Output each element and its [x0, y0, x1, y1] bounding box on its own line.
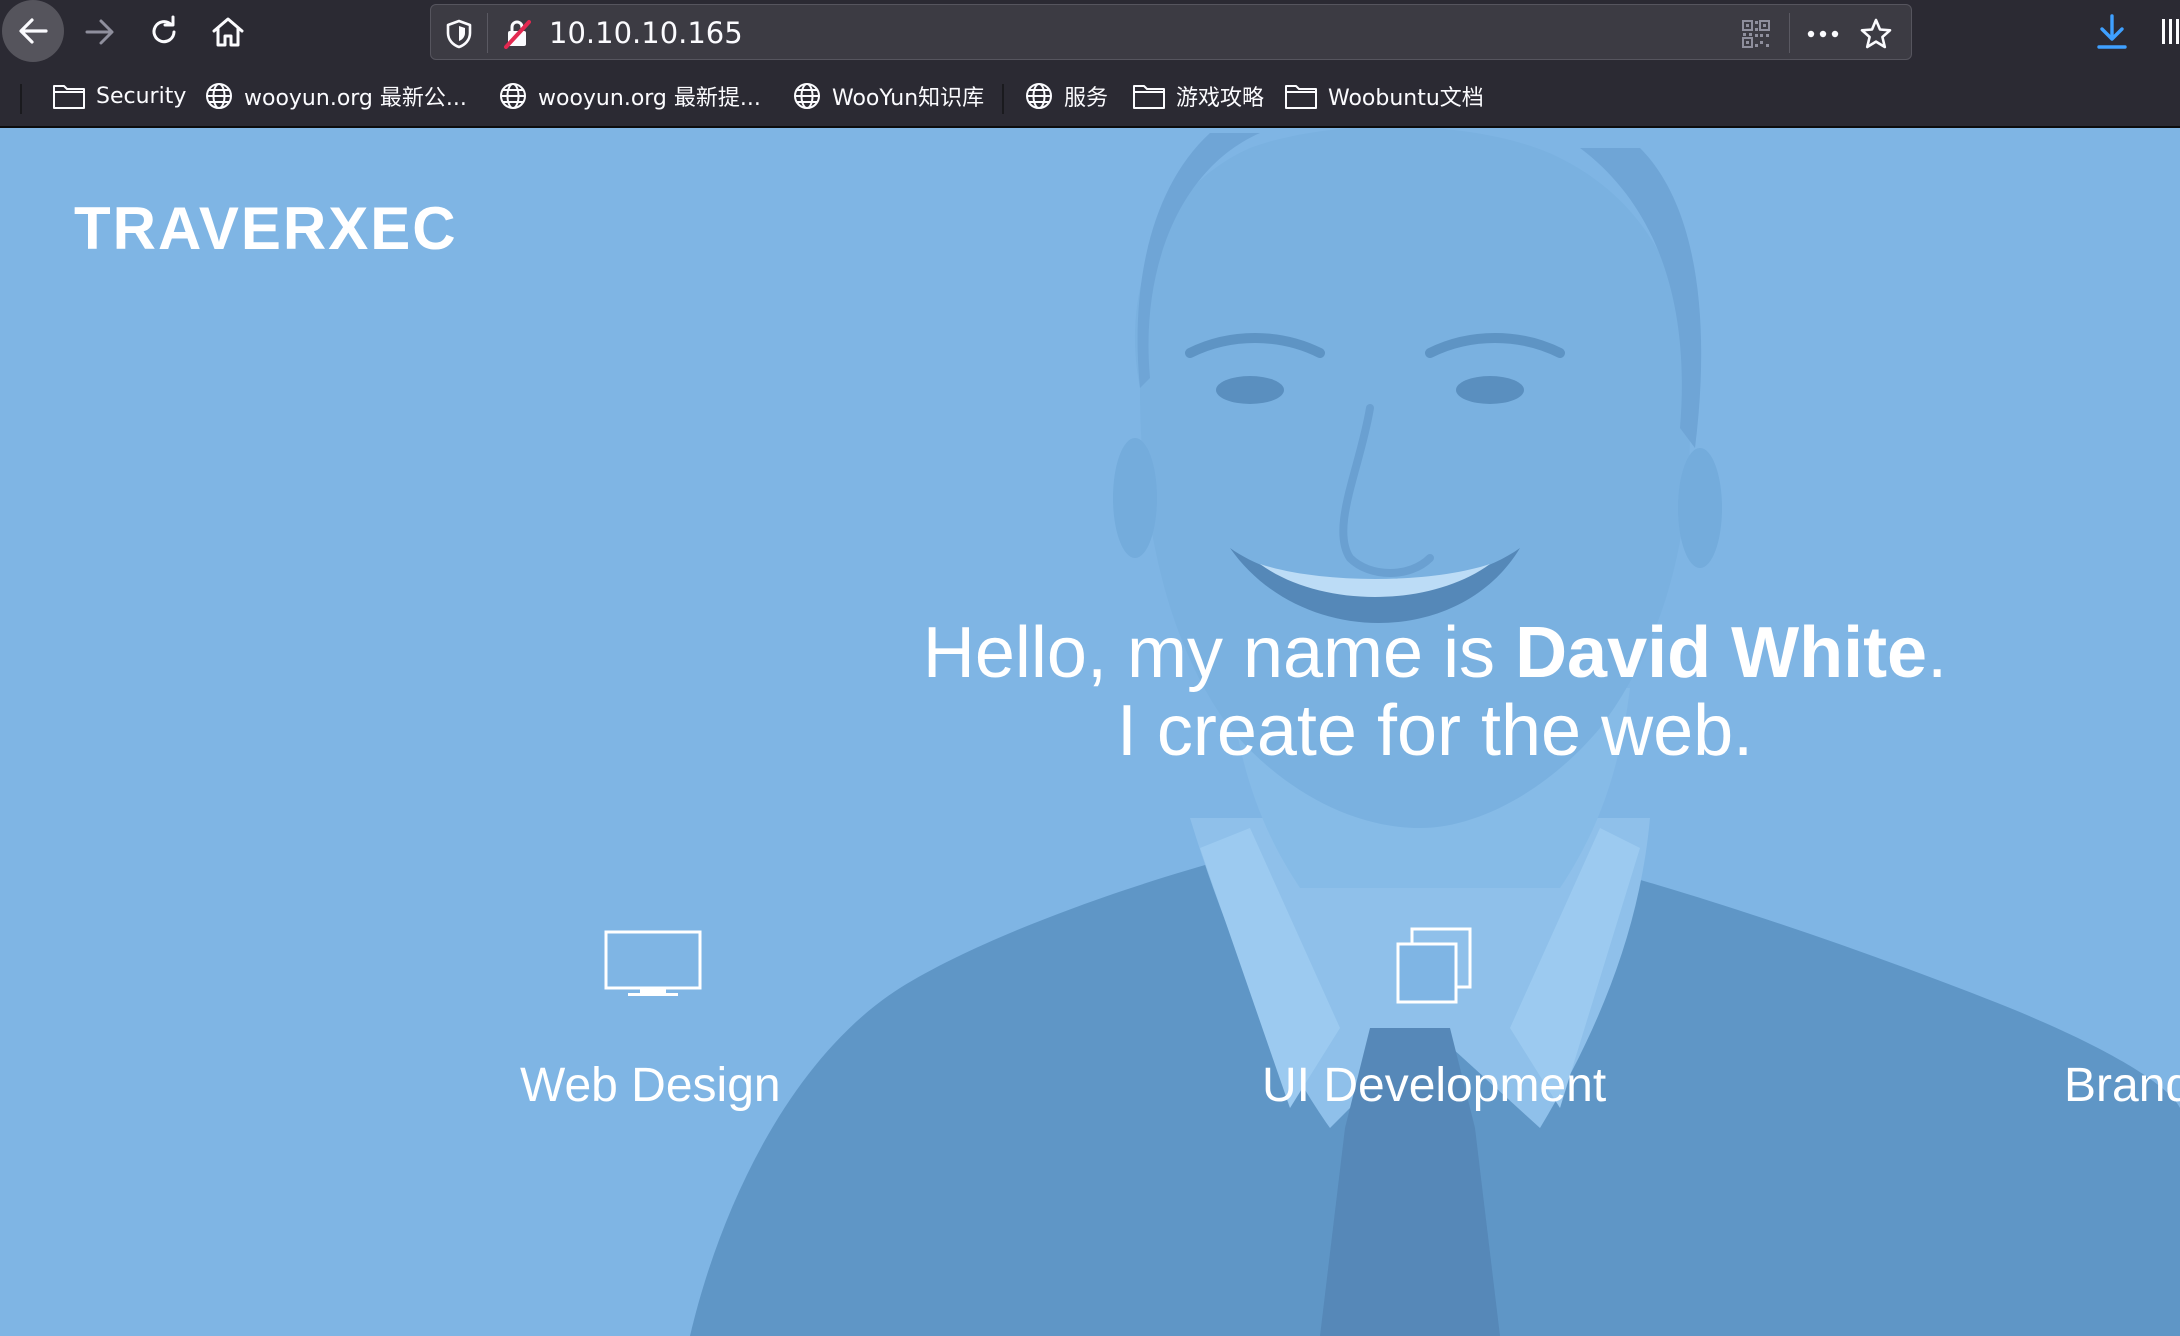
site-logo[interactable]: TRAVERXEC — [74, 194, 458, 263]
monitor-icon — [604, 930, 702, 996]
url-bar-separator — [1789, 13, 1790, 53]
home-button[interactable] — [198, 0, 258, 64]
bookmark-label: Woobuntu文档 — [1328, 86, 1484, 111]
home-icon — [212, 17, 244, 47]
bookmark-label: WooYun知识库 — [832, 86, 985, 111]
back-arrow-icon — [19, 18, 48, 44]
bookmark-security[interactable]: Security — [52, 64, 186, 128]
bookmark-label: wooyun.org 最新公... — [244, 86, 467, 111]
download-icon[interactable] — [2094, 13, 2130, 51]
url-text[interactable]: 10.10.10.165 — [549, 5, 743, 61]
bookmark-services[interactable]: 服务 — [1024, 64, 1108, 128]
service-web-design: Web Design — [520, 1059, 781, 1112]
bookmark-label: 游戏攻略 — [1176, 86, 1265, 111]
library-icon[interactable] — [2160, 14, 2180, 48]
star-icon[interactable] — [1859, 17, 1893, 51]
bookmark-label: Security — [96, 83, 187, 109]
headline-suffix: . — [1927, 613, 1948, 693]
bookmarks-toolbar: Security wooyun.org 最新公... wooyun.org 最新… — [0, 64, 2180, 128]
headline-name: David White — [1515, 613, 1928, 693]
globe-icon — [206, 83, 232, 109]
globe-icon — [794, 83, 820, 109]
insecure-lock-icon[interactable] — [503, 19, 531, 49]
service-ui-development: UI Development — [1262, 1059, 1607, 1112]
service-branding: Branding — [2064, 1059, 2180, 1112]
url-bar-separator — [487, 13, 488, 53]
bookmark-wooyun-public[interactable]: wooyun.org 最新公... — [204, 64, 467, 128]
forward-button[interactable] — [70, 0, 130, 64]
back-button[interactable] — [2, 0, 64, 62]
bookmark-wooyun-kb[interactable]: WooYun知识库 — [792, 64, 984, 128]
web-page: TRAVERXEC Hello, my name is David White.… — [0, 128, 2180, 1336]
qr-code-icon[interactable] — [1741, 19, 1771, 49]
globe-icon — [1026, 83, 1052, 109]
ellipsis-icon[interactable] — [1805, 19, 1841, 49]
folder-icon — [1133, 85, 1165, 109]
headline-line-2: I create for the web. — [1116, 691, 1754, 771]
bookmark-game-guides[interactable]: 游戏攻略 — [1132, 64, 1264, 128]
bookmark-label: wooyun.org 最新提... — [538, 86, 761, 111]
url-bar[interactable]: 10.10.10.165 — [430, 4, 1912, 60]
hero-headline: Hello, my name is David White. I create … — [860, 614, 2010, 770]
browser-toolbar: 10.10.10.165 — [0, 0, 2180, 64]
bookmarks-divider — [20, 84, 22, 114]
reload-icon — [152, 15, 176, 44]
bookmarks-divider — [1002, 84, 1004, 114]
bookmark-wooyun-submit[interactable]: wooyun.org 最新提... — [498, 64, 761, 128]
headline-line-1: Hello, my name is David White. — [860, 614, 2010, 692]
globe-icon — [500, 83, 526, 109]
forward-arrow-icon — [85, 19, 114, 45]
folder-icon — [1285, 85, 1317, 109]
shield-icon[interactable] — [445, 19, 473, 49]
bookmark-woobuntu-docs[interactable]: Woobuntu文档 — [1284, 64, 1484, 128]
reload-button[interactable] — [134, 0, 194, 64]
stacked-windows-icon — [1396, 927, 1472, 1004]
headline-prefix: Hello, my name is — [922, 613, 1516, 693]
bookmark-label: 服务 — [1064, 86, 1109, 111]
folder-icon — [53, 85, 85, 109]
